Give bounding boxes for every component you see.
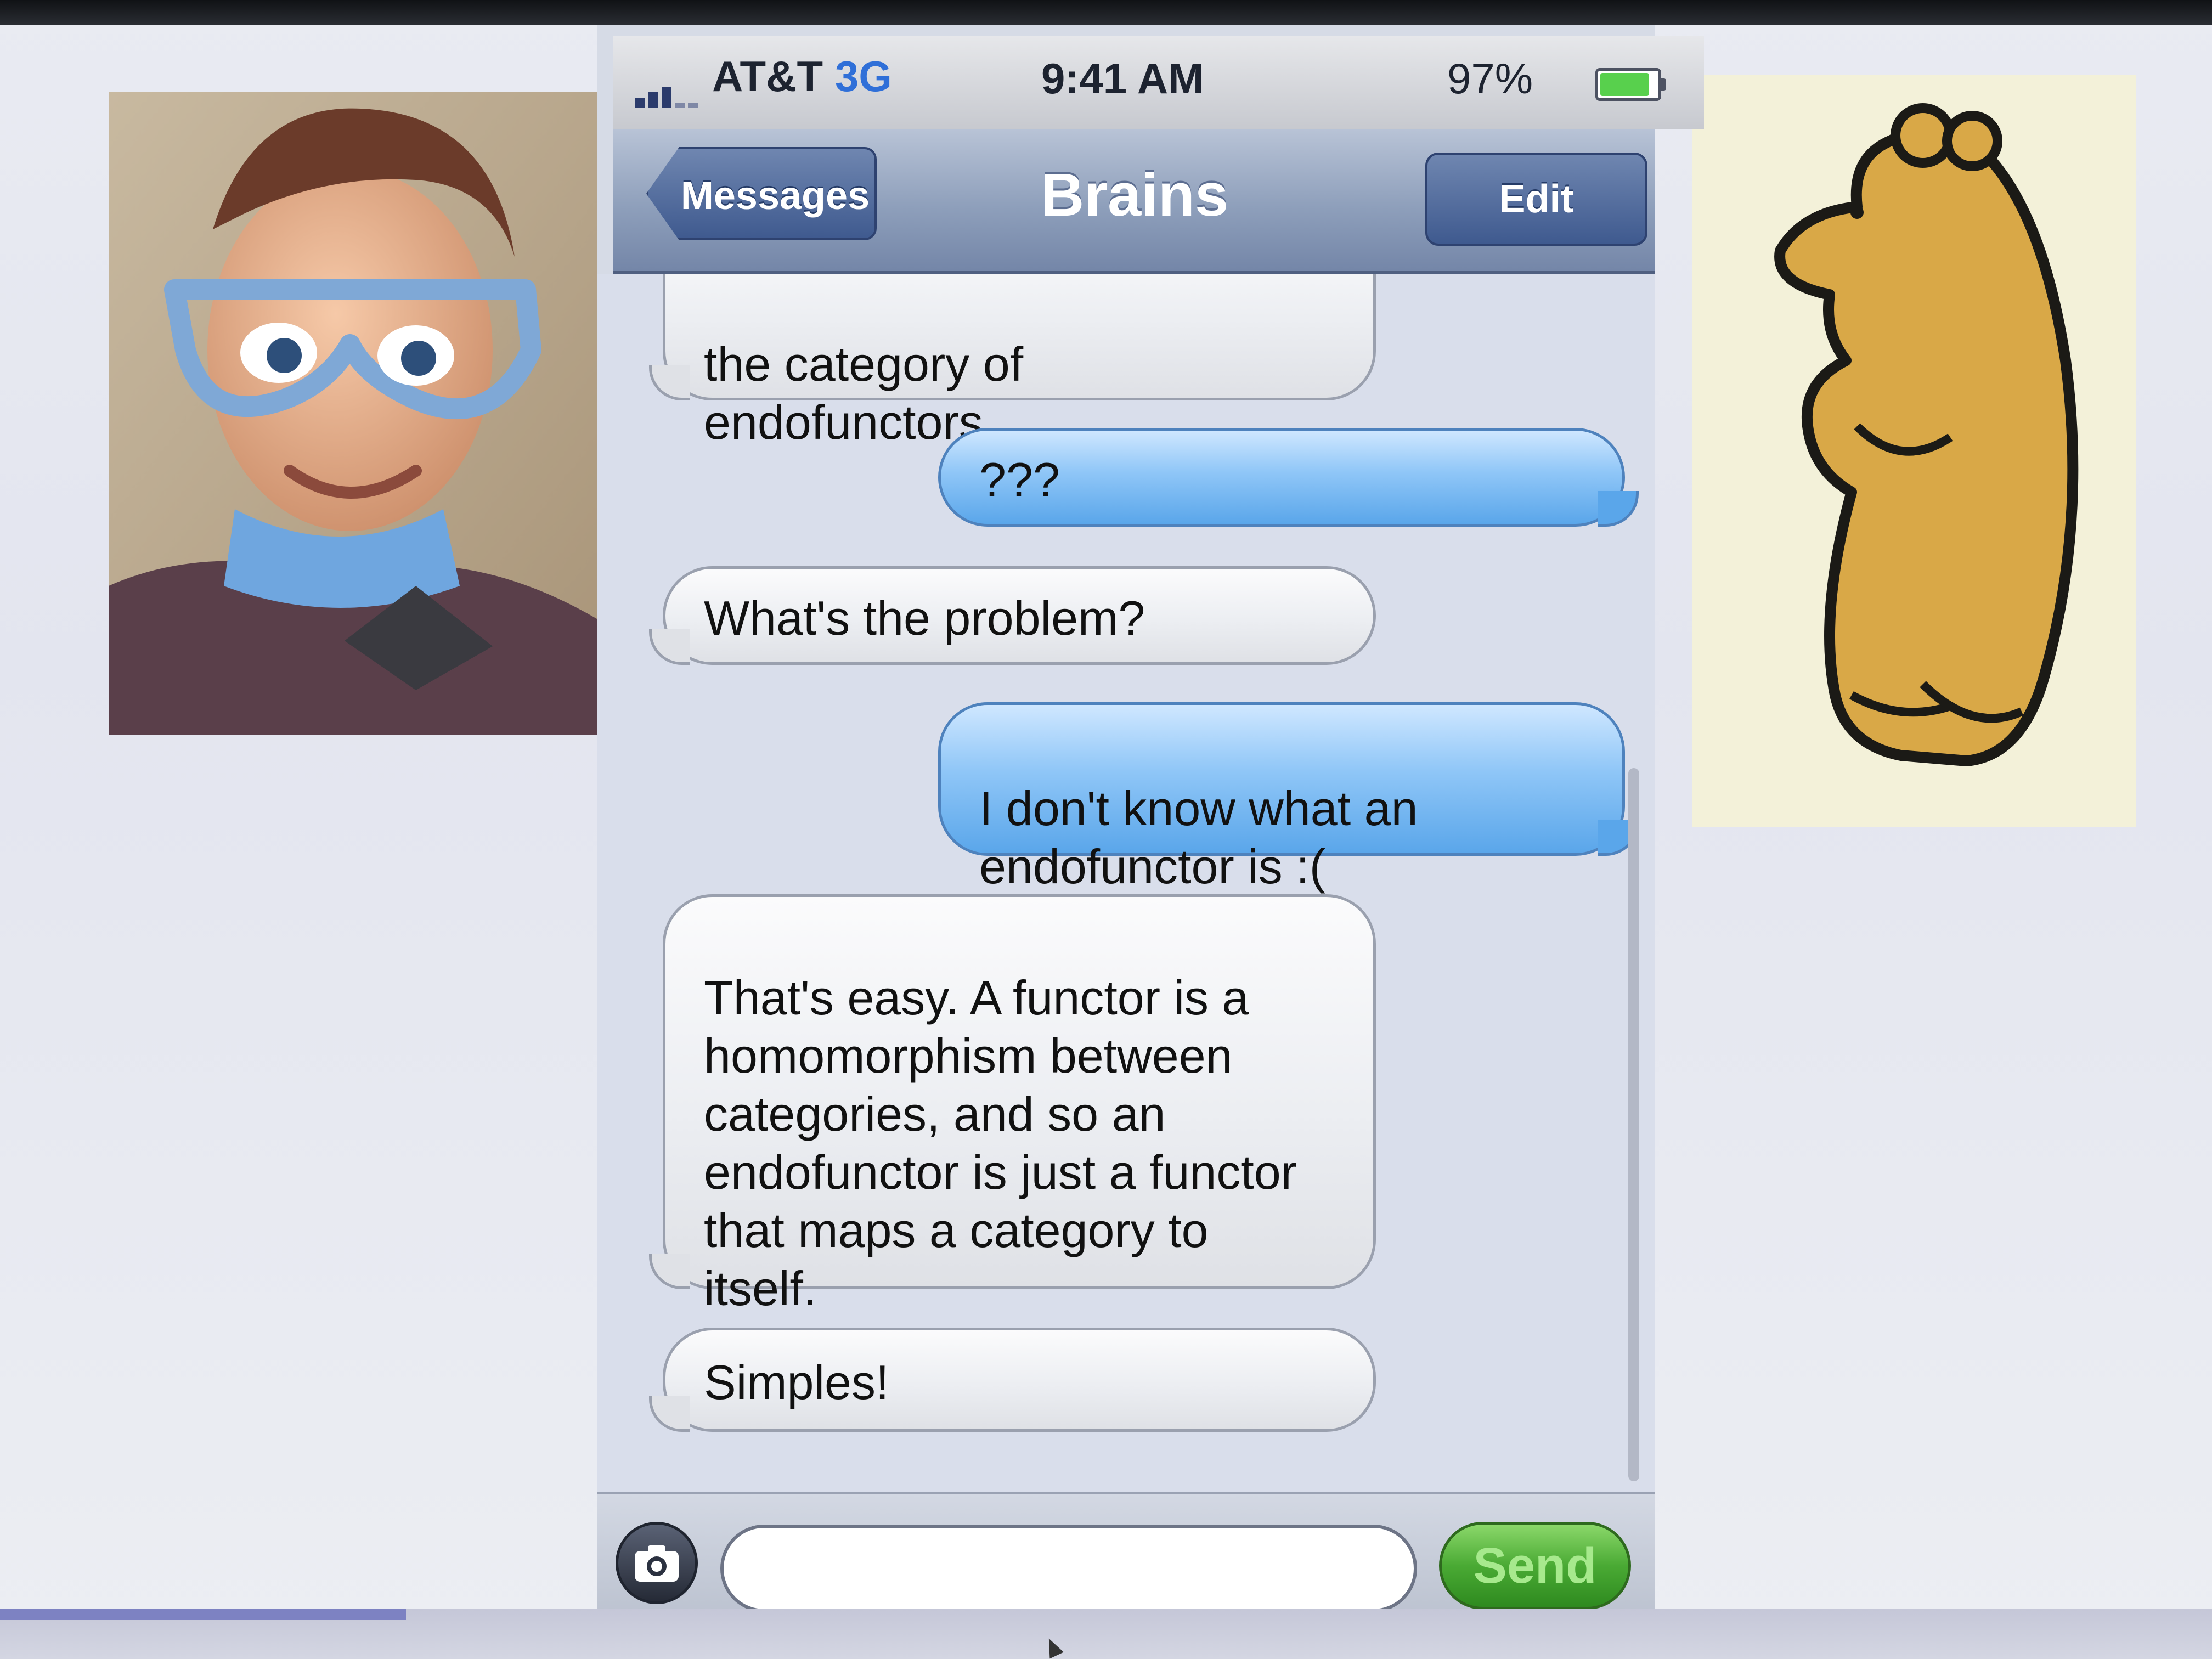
- network-type: 3G: [834, 52, 892, 100]
- message-text: ???: [979, 453, 1060, 507]
- message-bubble-incoming: That's easy. A functor is a homomorphism…: [649, 894, 1376, 1316]
- signal-bars-icon: [635, 75, 701, 108]
- edit-button[interactable]: Edit: [1425, 153, 1647, 246]
- status-time: 9:41 AM: [1041, 54, 1204, 103]
- message-bubble-outgoing: ???: [938, 428, 1639, 527]
- message-bubble-incoming: What's the problem?: [649, 566, 1376, 665]
- send-button[interactable]: Send: [1439, 1522, 1631, 1610]
- message-text: Simples!: [704, 1355, 889, 1409]
- message-text: What's the problem?: [704, 591, 1146, 645]
- bear-drawing-picture: [1692, 75, 2136, 827]
- battery-fill: [1600, 73, 1650, 96]
- battery-icon: [1595, 68, 1666, 101]
- message-bubble-outgoing: I don't know what an endofunctor is :(: [938, 702, 1639, 894]
- screen-bezel: [0, 0, 2212, 25]
- carrier-name: AT&T: [712, 52, 823, 100]
- message-text: That's easy. A functor is a homomorphism…: [704, 970, 1297, 1316]
- message-bubble-incoming: Simples!: [649, 1328, 1376, 1432]
- battery-percentage: 97%: [1447, 54, 1533, 103]
- brains-puppet-picture: [109, 92, 597, 735]
- camera-button[interactable]: [616, 1522, 698, 1604]
- navigation-bar: Messages Brains Edit: [613, 129, 1655, 274]
- playback-progress-bar[interactable]: [0, 1609, 406, 1620]
- conversation-title: Brains: [1040, 161, 1229, 229]
- back-to-messages-button[interactable]: Messages: [646, 147, 877, 240]
- phone-screen: AT&T 3G 9:41 AM 97% Messages Brains Edit…: [597, 25, 1704, 1637]
- message-bubble-incoming: the category of endofunctors.: [649, 274, 1376, 449]
- carrier-label: AT&T 3G: [712, 52, 892, 101]
- thread-scrollbar[interactable]: [1628, 768, 1639, 1481]
- message-text: I don't know what an endofunctor is :(: [979, 781, 1418, 894]
- status-bar: AT&T 3G 9:41 AM 97%: [613, 36, 1704, 129]
- message-input[interactable]: [720, 1525, 1417, 1612]
- camera-icon: [635, 1545, 679, 1582]
- message-thread[interactable]: the category of endofunctors. ??? What's…: [597, 274, 1655, 1492]
